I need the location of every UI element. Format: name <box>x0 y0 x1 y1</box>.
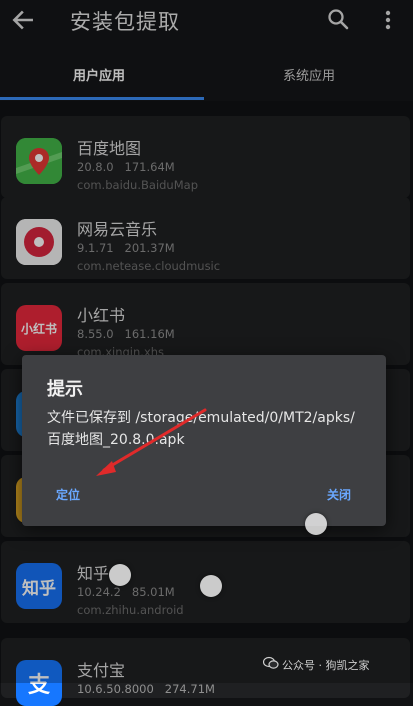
alert-dialog: 提示 文件已保存到 /storage/emulated/0/MT2/apks/百… <box>22 355 386 526</box>
wechat-icon <box>263 656 279 669</box>
watermark-text: 公众号 · 狗凯之家 <box>282 659 370 672</box>
touch-indicator <box>200 575 222 597</box>
locate-button[interactable]: 定位 <box>56 486 80 503</box>
app-version-size: 10.6.50.8000 274.71M <box>77 682 215 696</box>
touch-indicator <box>109 564 131 586</box>
close-button[interactable]: 关闭 <box>327 486 351 503</box>
dialog-message: 文件已保存到 /storage/emulated/0/MT2/apks/百度地图… <box>47 410 355 448</box>
dialog-title: 提示 <box>47 379 83 400</box>
touch-indicator <box>305 513 327 535</box>
